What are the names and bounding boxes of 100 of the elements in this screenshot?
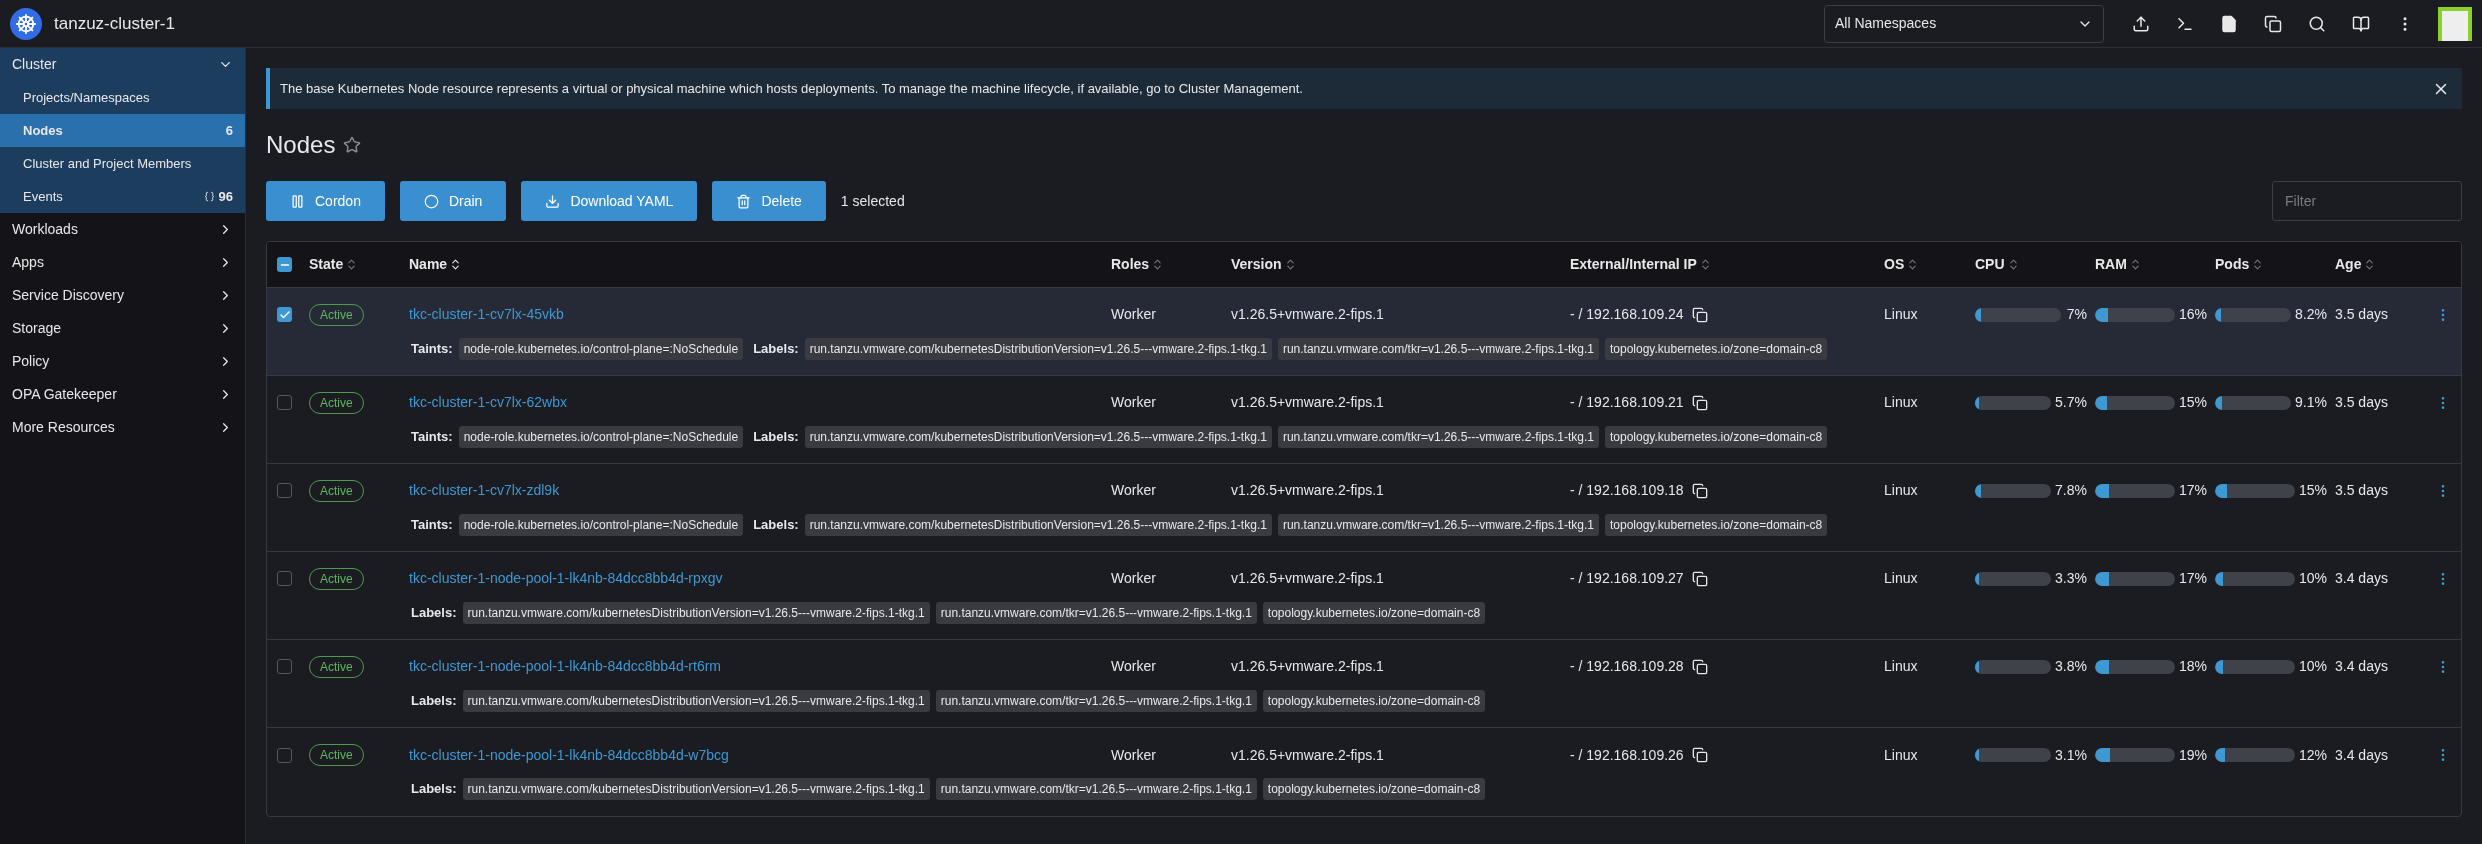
- checkbox[interactable]: [277, 307, 292, 322]
- checkbox[interactable]: [277, 395, 292, 410]
- checkbox[interactable]: [277, 483, 292, 498]
- ip-cell-text: - / 192.168.109.27: [1570, 569, 1684, 588]
- node-link[interactable]: tkc-cluster-1-cv7lx-45vkb: [409, 306, 564, 322]
- label-tag: topology.kubernetes.io/zone=domain-c8: [1605, 337, 1828, 360]
- nav-group[interactable]: Policy: [0, 345, 245, 378]
- os-cell-text: Linux: [1884, 481, 1919, 500]
- star-icon[interactable]: [343, 136, 362, 154]
- copy-icon[interactable]: [1691, 570, 1708, 587]
- nav-group[interactable]: Apps: [0, 246, 245, 279]
- age-cell-text: 3.4 days: [2335, 657, 2389, 676]
- taints-label: Taints:: [411, 515, 453, 534]
- ip-cell-text: - / 192.168.109.26: [1570, 745, 1684, 765]
- labels-label: Labels:: [753, 515, 799, 534]
- circle-icon: [423, 193, 439, 209]
- column-header[interactable]: State: [309, 254, 409, 275]
- page-title: Nodes: [266, 130, 336, 160]
- usage-reading: 3.3%: [2055, 569, 2087, 588]
- nav-group[interactable]: Storage: [0, 312, 245, 345]
- nav-group[interactable]: More Resources: [0, 411, 245, 444]
- os-cell-text: Linux: [1884, 305, 1919, 324]
- user-avatar[interactable]: [2438, 6, 2472, 41]
- table-row[interactable]: [267, 288, 2461, 376]
- column-header[interactable]: Version: [1231, 254, 1570, 275]
- label-tag: run.tanzu.vmware.com/tkr=v1.26.5---vmware.2-fips.1-tkg.1: [1277, 337, 1599, 360]
- roles-cell-text: Worker: [1111, 569, 1157, 588]
- node-link[interactable]: tkc-cluster-1-node-pool-1-lk4nb-84dcc8bb4d-w7bcg: [409, 746, 729, 763]
- nav-count: 6: [225, 121, 233, 140]
- node-link[interactable]: tkc-cluster-1-node-pool-1-lk4nb-84dcc8bb4d-rt6rm: [409, 658, 722, 674]
- checkbox[interactable]: [277, 257, 292, 272]
- usage-reading: 17%: [2178, 569, 2207, 588]
- checkbox[interactable]: [277, 571, 292, 586]
- column-header[interactable]: Age: [2335, 254, 2435, 275]
- column-header[interactable]: CPU: [1975, 254, 2095, 275]
- file-icon[interactable]: [2220, 14, 2238, 33]
- usage-reading: 18%: [2178, 657, 2207, 676]
- nav-item[interactable]: Events 96: [0, 180, 245, 213]
- braces-icon: [203, 191, 215, 202]
- roles-cell-text: Worker: [1111, 657, 1157, 676]
- label-tag: topology.kubernetes.io/zone=domain-c8: [1605, 513, 1828, 536]
- age-cell-text: 3.5 days: [2335, 305, 2389, 324]
- checkbox[interactable]: [277, 659, 292, 674]
- usage-reading: 7%: [2066, 305, 2087, 324]
- nav-group[interactable]: Workloads: [0, 213, 245, 246]
- selection-count: 1 selected: [840, 191, 905, 211]
- labels-label: Labels:: [753, 339, 799, 358]
- roles-cell-text: Worker: [1111, 393, 1157, 412]
- column-header[interactable]: RAM: [2095, 254, 2215, 275]
- usage-reading: 10%: [2298, 569, 2327, 588]
- roles-cell-text: Worker: [1111, 745, 1157, 765]
- label-tag: run.tanzu.vmware.com/kubernetesDistributionVersion=v1.26.5---vmware.2-fips.1-tkg.1: [804, 513, 1272, 536]
- nav-count: 96: [218, 187, 233, 206]
- taints-label: Taints:: [411, 339, 453, 358]
- filter-field[interactable]: Filter: [2272, 181, 2462, 221]
- column-header[interactable]: Roles: [1111, 254, 1231, 275]
- nav-item[interactable]: Projects/Namespaces: [0, 81, 245, 114]
- copy-icon[interactable]: [1691, 658, 1708, 675]
- check-icon: [278, 308, 291, 321]
- namespace-select[interactable]: All Namespaces: [1824, 4, 2104, 43]
- node-link[interactable]: tkc-cluster-1-cv7lx-62wbx: [409, 394, 567, 410]
- node-link[interactable]: tkc-cluster-1-node-pool-1-lk4nb-84dcc8bb4d-rpxgv: [409, 570, 723, 586]
- copy-icon[interactable]: [2264, 14, 2282, 33]
- ship-wheel-icon[interactable]: [10, 7, 42, 40]
- copy-icon[interactable]: [1691, 747, 1708, 763]
- nav-item[interactable]: Cluster and Project Members: [0, 147, 245, 180]
- usage-reading: 15%: [2178, 393, 2207, 412]
- checkbox[interactable]: [277, 747, 292, 763]
- nav-group[interactable]: Service Discovery: [0, 279, 245, 312]
- taints-label: Taints:: [411, 427, 453, 446]
- version-cell-text: v1.26.5+vmware.2-fips.1: [1231, 305, 1385, 324]
- column-header[interactable]: Name: [409, 254, 1111, 275]
- column-header[interactable]: OS: [1884, 254, 1975, 275]
- usage-reading: 10%: [2298, 657, 2327, 676]
- os-cell-text: Linux: [1884, 745, 1919, 765]
- copy-icon[interactable]: [1691, 482, 1708, 499]
- nav-group[interactable]: OPA Gatekeeper: [0, 378, 245, 411]
- label-tag: topology.kubernetes.io/zone=domain-c8: [1262, 601, 1486, 624]
- copy-icon[interactable]: [1691, 394, 1708, 411]
- node-link[interactable]: tkc-cluster-1-cv7lx-zdl9k: [409, 482, 560, 498]
- age-cell-text: 3.4 days: [2335, 745, 2389, 765]
- usage-reading: 9.1%: [2295, 393, 2327, 412]
- age-cell-text: 3.5 days: [2335, 393, 2389, 412]
- taint-tag: node-role.kubernetes.io/control-plane=:NoSchedule: [458, 337, 744, 360]
- label-tag: run.tanzu.vmware.com/kubernetesDistributionVersion=v1.26.5---vmware.2-fips.1-tkg.1: [462, 778, 930, 800]
- usage-reading: 3.1%: [2055, 745, 2087, 765]
- copy-icon[interactable]: [1691, 306, 1708, 323]
- label-tag: run.tanzu.vmware.com/tkr=v1.26.5---vmware.2-fips.1-tkg.1: [935, 778, 1257, 800]
- roles-cell-text: Worker: [1111, 305, 1157, 324]
- usage-reading: 16%: [2178, 305, 2207, 324]
- label-tag: run.tanzu.vmware.com/tkr=v1.26.5---vmware.2-fips.1-tkg.1: [935, 689, 1257, 712]
- nav-group[interactable]: Cluster: [0, 48, 245, 81]
- column-header[interactable]: Pods: [2215, 254, 2335, 275]
- nav-item[interactable]: Nodes 6: [0, 114, 245, 147]
- column-header[interactable]: External/Internal IP: [1570, 254, 1884, 275]
- search-icon[interactable]: [2308, 14, 2326, 33]
- download-icon: [545, 193, 561, 209]
- upload-icon[interactable]: [2132, 14, 2150, 33]
- book-icon[interactable]: [2352, 14, 2370, 33]
- usage-reading: 7.8%: [2055, 481, 2087, 500]
